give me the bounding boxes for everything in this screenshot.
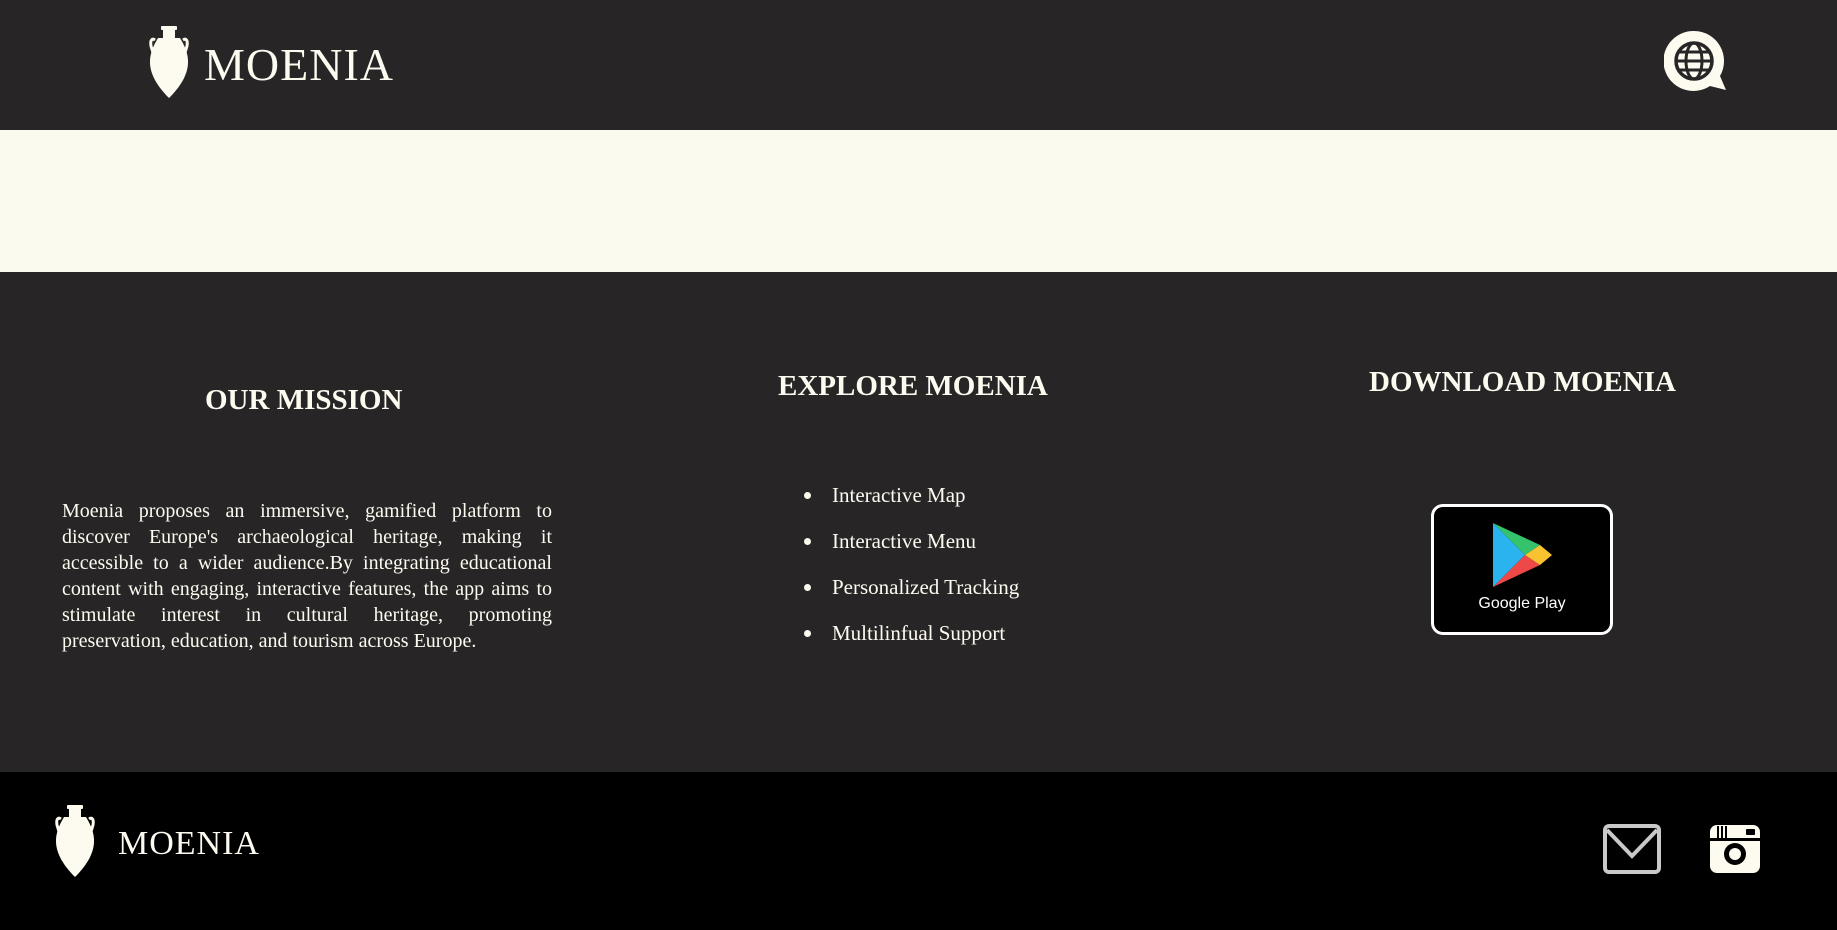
google-play-icon [1493,523,1552,587]
explore-item: Interactive Map [804,482,1019,528]
globe-chat-icon [1663,30,1726,91]
brand-name: MOENIA [204,38,394,90]
explore-item-label: Interactive Menu [832,529,977,553]
explore-item-label: Personalized Tracking [832,575,1020,599]
site-header: MOENIA [0,0,1837,130]
language-button[interactable] [1663,30,1728,92]
info-section: OUR MISSION Moenia proposes an immersive… [0,272,1837,772]
explore-item-label: Interactive Map [832,483,966,507]
explore-item-label: Multilinfual Support [832,621,1006,645]
instagram-button[interactable] [1709,824,1761,874]
mission-title: OUR MISSION [205,384,403,416]
instagram-icon [1710,825,1760,873]
bullet [804,630,811,637]
download-title: DOWNLOAD MOENIA [1369,366,1676,398]
google-play-button[interactable]: Google Play [1431,504,1613,635]
footer-brand-name: MOENIA [118,824,260,862]
mail-button[interactable] [1603,824,1661,874]
explore-list: Interactive Map Interactive Menu Persona… [804,482,1019,666]
mail-icon [1603,824,1661,874]
explore-item: Personalized Tracking [804,574,1019,620]
header-logo[interactable]: MOENIA [148,26,394,103]
explore-item: Interactive Menu [804,528,1019,574]
footer-logo[interactable]: MOENIA [54,802,260,885]
amphora-icon [54,802,96,885]
explore-item: Multilinfual Support [804,620,1019,666]
bullet [804,492,811,499]
site-footer: MOENIA [0,772,1837,930]
mission-text: Moenia proposes an immersive, gamified p… [62,500,552,652]
bullet [804,538,811,545]
hero-band [0,130,1837,272]
explore-title: EXPLORE MOENIA [778,370,1048,402]
google-play-label: Google Play [1478,595,1566,612]
bullet [804,584,811,591]
amphora-icon [148,26,190,103]
